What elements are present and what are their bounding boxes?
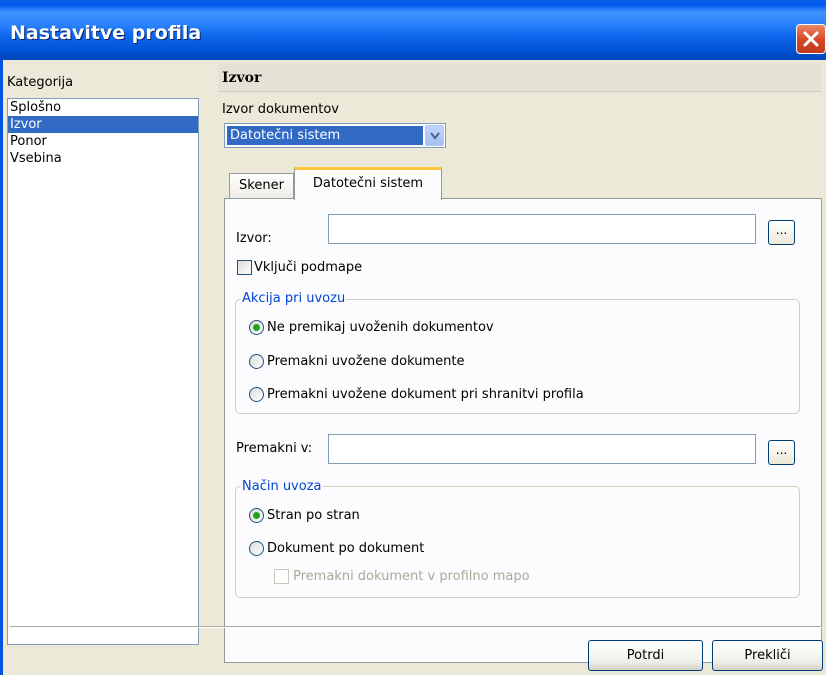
window-title: Nastavitve profila xyxy=(10,22,202,44)
move-to-profile-folder-label: Premakni dokument v profilno mapo xyxy=(293,569,530,584)
move-to-path-input[interactable] xyxy=(328,434,756,464)
category-item-vsebina[interactable]: Vsebina xyxy=(8,150,198,167)
radio-move-imported[interactable] xyxy=(249,354,264,369)
radio-selected-dot xyxy=(253,324,260,331)
radio-do-not-move-label: Ne premikaj uvoženih dokumentov xyxy=(267,320,494,335)
radio-move-on-save[interactable] xyxy=(249,387,264,402)
tab-skener[interactable]: Skener xyxy=(229,173,294,199)
category-item-splosno[interactable]: Splošno xyxy=(8,99,198,116)
include-subfolders-label: Vključi podmape xyxy=(254,260,363,275)
source-label: Izvor: xyxy=(236,231,272,246)
source-browse-button[interactable]: ... xyxy=(768,220,795,245)
radio-document-by-document-label: Dokument po dokument xyxy=(267,541,425,556)
category-label: Kategorija xyxy=(7,75,74,90)
include-subfolders-checkbox[interactable] xyxy=(237,260,252,275)
category-list[interactable]: Splošno Izvor Ponor Vsebina xyxy=(7,98,199,645)
radio-document-by-document[interactable] xyxy=(249,541,264,556)
move-to-browse-button[interactable]: ... xyxy=(768,440,795,465)
cancel-button[interactable]: Prekliči xyxy=(712,640,823,671)
title-bar[interactable]: Nastavitve profila xyxy=(0,0,826,60)
source-documents-label: Izvor dokumentov xyxy=(222,102,339,117)
close-icon xyxy=(803,31,819,47)
dialog-body: Kategorija Splošno Izvor Ponor Vsebina I… xyxy=(0,60,826,675)
move-to-profile-folder-checkbox[interactable] xyxy=(274,569,289,584)
radio-page-by-page[interactable] xyxy=(249,508,264,523)
source-path-input[interactable] xyxy=(328,214,756,244)
tab-datotecni-sistem[interactable]: Datotečni sistem xyxy=(294,167,442,200)
radio-move-imported-label: Premakni uvožene dokumente xyxy=(267,354,465,369)
profile-settings-dialog: Nastavitve profila Kategorija Splošno Iz… xyxy=(0,0,826,675)
footer-separator xyxy=(10,626,822,628)
source-documents-select[interactable]: Datotečni sistem xyxy=(224,123,446,148)
import-action-title: Akcija pri uvozu xyxy=(241,291,347,306)
move-to-label: Premakni v: xyxy=(236,441,313,456)
category-item-ponor[interactable]: Ponor xyxy=(8,133,198,150)
dropdown-button[interactable] xyxy=(425,125,444,146)
import-mode-title: Način uvoza xyxy=(241,479,323,494)
confirm-button[interactable]: Potrdi xyxy=(588,640,703,671)
radio-page-by-page-label: Stran po stran xyxy=(267,508,360,523)
radio-selected-dot xyxy=(253,512,260,519)
chevron-down-icon xyxy=(430,132,440,140)
section-title: Izvor xyxy=(218,64,821,92)
close-button[interactable] xyxy=(796,24,826,54)
radio-move-on-save-label: Premakni uvožene dokument pri shranitvi … xyxy=(267,387,584,402)
category-item-izvor[interactable]: Izvor xyxy=(8,116,198,133)
radio-do-not-move[interactable] xyxy=(249,320,264,335)
source-documents-value: Datotečni sistem xyxy=(227,126,423,145)
